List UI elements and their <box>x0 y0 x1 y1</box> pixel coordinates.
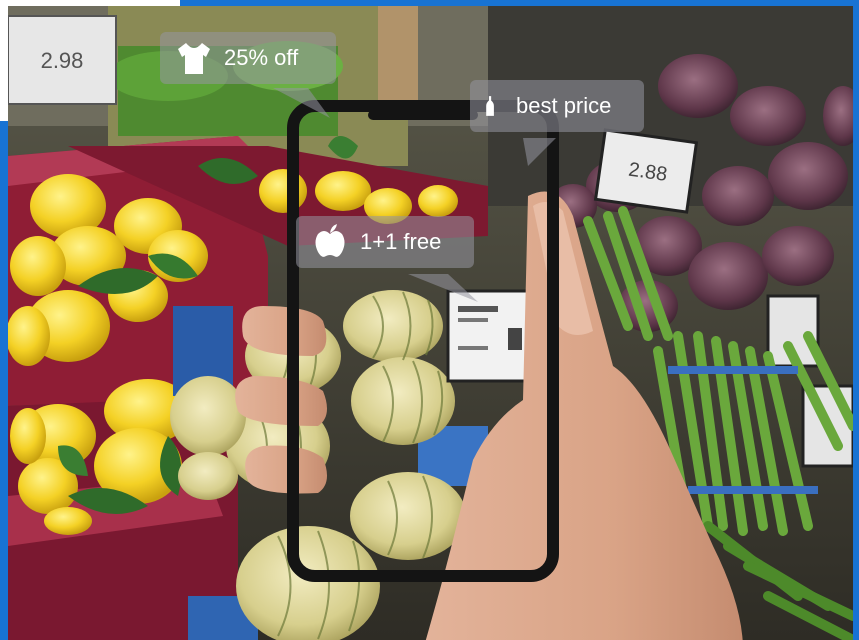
overlay-tag-offer: 1+1 free <box>296 216 474 268</box>
price-card-left: 2.98 <box>8 15 117 105</box>
overlay-tag-discount-label: 25% off <box>224 45 299 70</box>
market-scene: 2.98 2.88 <box>8 6 853 640</box>
overlay-tag-discount: 25% off <box>160 32 336 84</box>
left-border <box>0 6 8 640</box>
overlay-tag-price: best price <box>470 80 644 132</box>
right-border <box>853 6 859 640</box>
svg-text:2.98: 2.98 <box>41 48 84 73</box>
price-card-middle <box>446 289 530 383</box>
apple-icon <box>315 224 345 257</box>
left-accent-bar <box>0 121 8 640</box>
overlay-tag-price-label: best price <box>516 93 612 118</box>
tshirt-icon <box>178 43 210 74</box>
bottle-icon <box>486 96 494 116</box>
overlay-tag-offer-label: 1+1 free <box>360 229 442 254</box>
right-accent-bar <box>853 6 859 640</box>
photo-frame: 2.98 2.88 25% off best price 1+1 free <box>0 0 859 640</box>
